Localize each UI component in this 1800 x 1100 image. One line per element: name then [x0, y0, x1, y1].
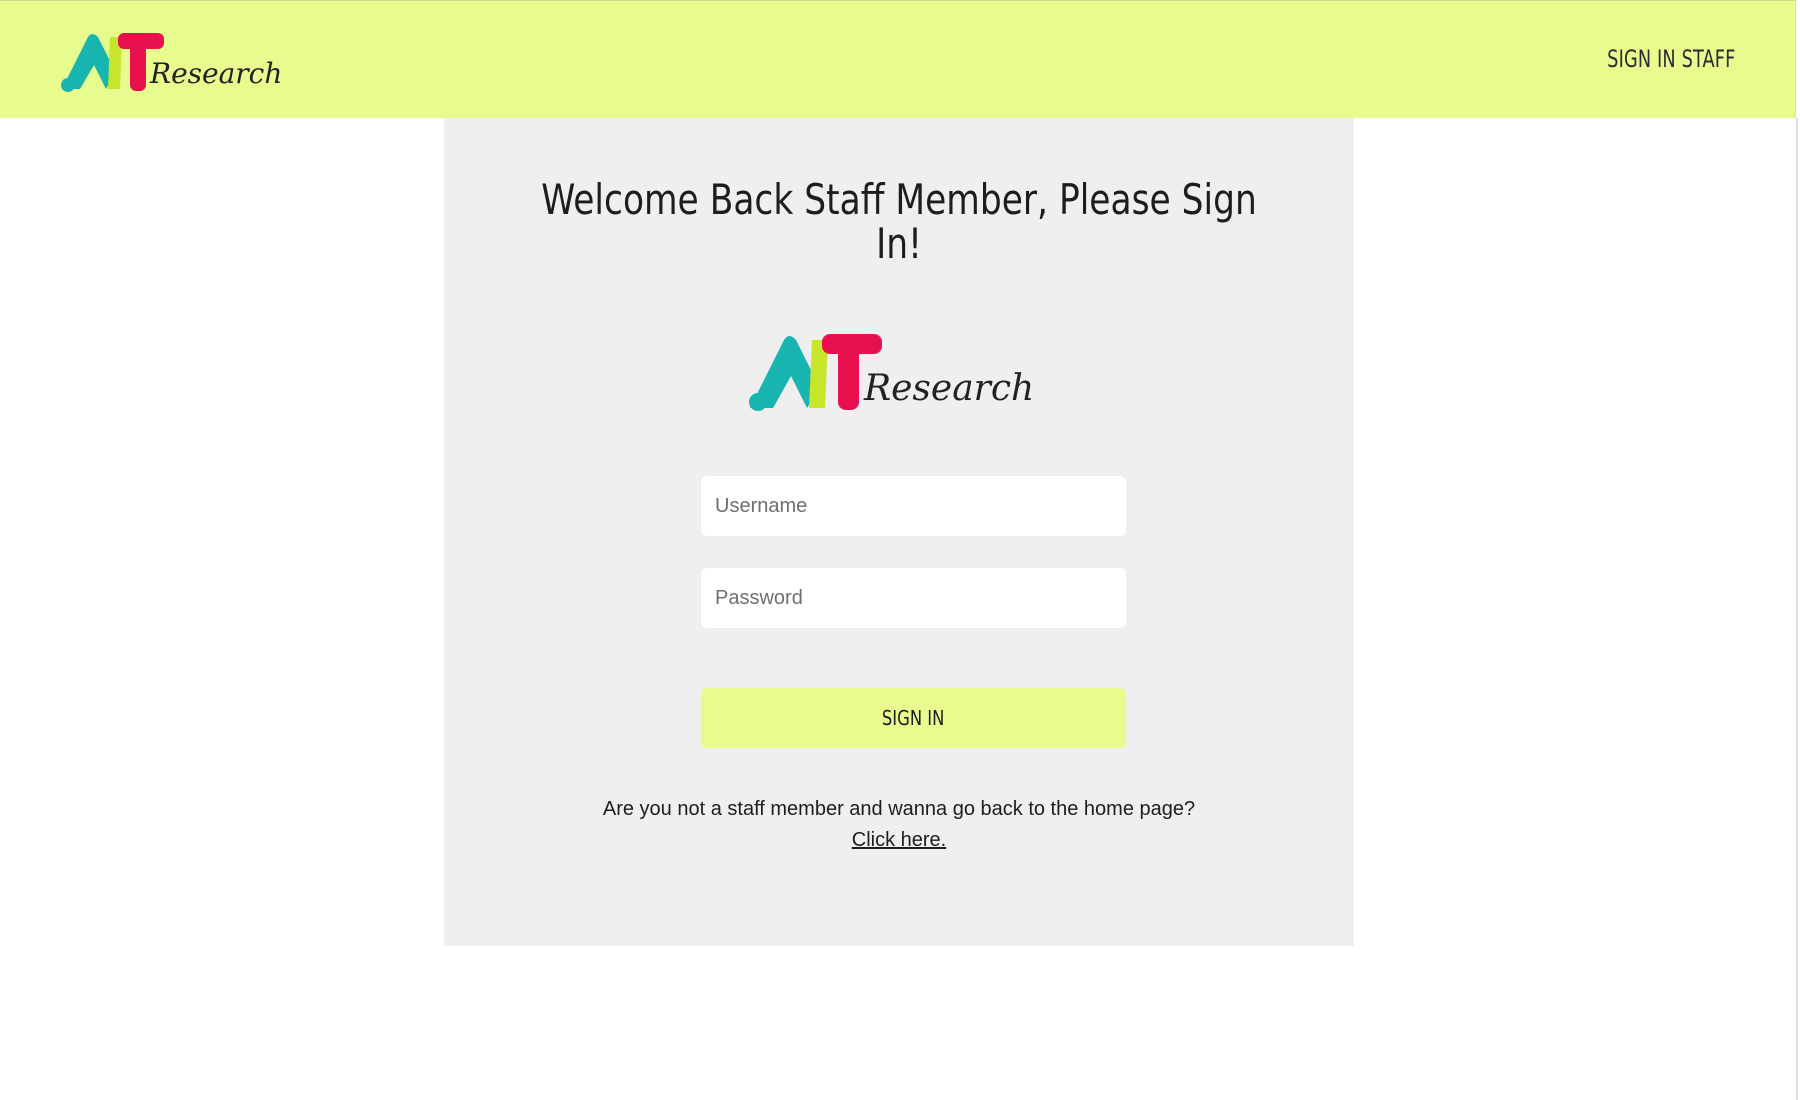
helper-text: Are you not a staff member and wanna go …	[602, 798, 1196, 820]
logo-wordmark: Research	[863, 368, 1034, 409]
logo-wordmark: Research	[149, 57, 282, 90]
card-logo: Research	[744, 330, 1054, 414]
page-right-border	[1796, 118, 1798, 1100]
click-here-link[interactable]: Click here.	[852, 829, 946, 851]
sign-in-staff-link[interactable]: SIGN IN STAFF	[1607, 45, 1735, 73]
sign-in-button[interactable]: SIGN IN	[701, 688, 1126, 748]
home-page-helper: Are you not a staff member and wanna go …	[594, 794, 1204, 856]
header-logo[interactable]: Research	[58, 29, 298, 95]
page-title: Welcome Back Staff Member, Please Sign I…	[541, 175, 1257, 268]
top-header: Research SIGN IN STAFF	[0, 0, 1796, 118]
sign-in-card: Welcome Back Staff Member, Please Sign I…	[444, 118, 1354, 946]
username-input[interactable]	[701, 476, 1126, 536]
ait-logo-icon: Research	[61, 33, 282, 92]
ait-logo-icon: Research	[749, 334, 1034, 411]
sign-in-button-label: SIGN IN	[882, 706, 945, 730]
password-input[interactable]	[701, 568, 1126, 628]
